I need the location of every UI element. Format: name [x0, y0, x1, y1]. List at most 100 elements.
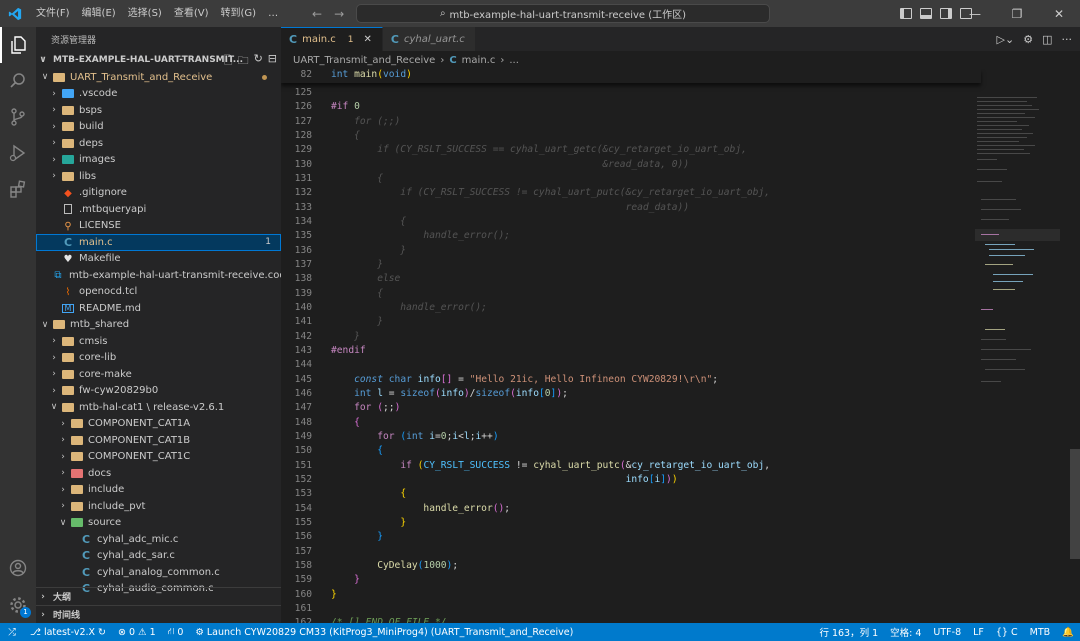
tree-folder[interactable]: › images: [36, 152, 281, 169]
tree-folder[interactable]: › include: [36, 482, 281, 499]
run-debug-icon[interactable]: ▷⌄: [997, 33, 1015, 46]
tree-folder[interactable]: ∨ mtb-hal-cat1 \ release-v2.6.1: [36, 399, 281, 416]
tree-file[interactable]: Ccyhal_analog_common.c: [36, 564, 281, 581]
tree-folder[interactable]: › core-make: [36, 366, 281, 383]
forward-arrow-icon[interactable]: →: [334, 7, 344, 21]
menu-selection[interactable]: 选择(S): [122, 0, 168, 27]
extensions-icon[interactable]: [0, 171, 36, 207]
notifications-bell-icon[interactable]: 🔔: [1056, 627, 1080, 638]
tree-file[interactable]: Ccyhal_adc_sar.c: [36, 548, 281, 565]
cursor-position[interactable]: 行 163，列 1: [813, 625, 884, 639]
editor-scrollbar[interactable]: [1070, 69, 1080, 623]
line-number: 134: [294, 215, 312, 227]
branch-status[interactable]: ⎇ latest-v2.X ↻: [24, 627, 112, 638]
tree-file[interactable]: ♥ Makefile: [36, 251, 281, 268]
split-editor-icon[interactable]: ◫: [1042, 33, 1052, 46]
chevron-right-icon: ›: [61, 435, 65, 446]
chevron-down-icon: ∨: [41, 319, 49, 330]
breadcrumb-more[interactable]: ...: [509, 55, 519, 66]
toggle-primary-sidebar-icon[interactable]: [900, 8, 912, 19]
settings-gear-icon[interactable]: 1: [0, 587, 36, 623]
menu-view[interactable]: 查看(V): [168, 0, 215, 27]
tree-folder[interactable]: › fw-cyw20829b0: [36, 383, 281, 400]
tree-file[interactable]: Ccyhal_adc_mic.c: [36, 531, 281, 548]
more-actions-icon[interactable]: ···: [1062, 33, 1073, 46]
problem-count-badge: 1: [347, 34, 354, 45]
indentation[interactable]: 空格: 4: [884, 625, 927, 639]
modified-dot-icon: [262, 74, 267, 80]
code-line: 126 #if 0: [281, 99, 981, 113]
timeline-section[interactable]: › 时间线: [36, 605, 281, 623]
code-text: {: [331, 129, 360, 141]
menu-file[interactable]: 文件(F): [30, 0, 76, 27]
explorer-icon[interactable]: [0, 27, 36, 63]
breadcrumb-file[interactable]: main.c: [462, 55, 496, 66]
minimize-button[interactable]: —: [954, 0, 996, 27]
tree-file[interactable]: .mtbqueryapi: [36, 201, 281, 218]
source-control-icon[interactable]: [0, 99, 36, 135]
close-button[interactable]: ✕: [1038, 0, 1080, 27]
close-tab-icon[interactable]: ✕: [363, 34, 371, 45]
command-center[interactable]: ⌕ mtb-example-hal-uart-transmit-receive …: [356, 4, 770, 23]
line-number: 128: [294, 129, 312, 141]
activity-bar: 1: [0, 27, 36, 623]
run-debug-icon[interactable]: [0, 135, 36, 171]
tab-main-c[interactable]: C main.c 1 ✕: [281, 27, 383, 51]
settings-gear-icon[interactable]: ⚙: [1023, 33, 1033, 46]
tree-folder[interactable]: › core-lib: [36, 350, 281, 367]
tree-file[interactable]: Cmain.c 1: [36, 234, 281, 251]
code-line: 154 handle_error();: [281, 501, 981, 515]
remote-icon[interactable]: ⤮: [0, 623, 24, 641]
tree-folder[interactable]: › COMPONENT_CAT1B: [36, 432, 281, 449]
tree-folder[interactable]: ∨ source: [36, 515, 281, 532]
config-status[interactable]: MTB: [1024, 627, 1057, 638]
scrollbar-thumb[interactable]: [1070, 449, 1080, 559]
tree-file[interactable]: ⚲ LICENSE: [36, 218, 281, 235]
tree-folder[interactable]: › deps: [36, 135, 281, 152]
tree-file[interactable]: M README.md: [36, 300, 281, 317]
tree-folder[interactable]: › bsps: [36, 102, 281, 119]
tree-item-label: openocd.tcl: [79, 286, 138, 298]
toggle-secondary-sidebar-icon[interactable]: [940, 8, 952, 19]
tree-folder[interactable]: › .vscode: [36, 86, 281, 103]
minimap[interactable]: [975, 69, 1070, 623]
breadcrumb-folder[interactable]: UART_Transmit_and_Receive: [293, 55, 435, 66]
language-mode[interactable]: {} C: [990, 627, 1024, 638]
chevron-right-icon: ›: [61, 418, 65, 429]
tree-folder[interactable]: › libs: [36, 168, 281, 185]
ports-status[interactable]: ⛙ 0: [162, 626, 190, 638]
c-file-icon: C: [449, 54, 457, 66]
code-editor[interactable]: 82 int main(void) 125 126 #if 0 127 for (…: [281, 69, 1071, 623]
tree-item-label: build: [79, 121, 104, 133]
problems-status[interactable]: ⊗ 0 ⚠ 1: [112, 627, 162, 638]
launch-status[interactable]: ⚙ Launch CYW20829 CM33 (KitProg3_MiniPro…: [189, 627, 579, 638]
tree-folder[interactable]: ∨ mtb_shared: [36, 317, 281, 334]
code-line: 149 for (int i=0;i<l;i++): [281, 429, 981, 443]
tree-folder[interactable]: ∨ UART_Transmit_and_Receive: [36, 69, 281, 86]
menu-edit[interactable]: 编辑(E): [76, 0, 122, 27]
tree-file[interactable]: ⧉ mtb-example-hal-uart-transmit-receive.c…: [36, 267, 281, 284]
tree-folder[interactable]: › build: [36, 119, 281, 136]
c-file-icon: C: [81, 565, 91, 579]
end-of-line[interactable]: LF: [967, 627, 990, 638]
tree-folder[interactable]: › cmsis: [36, 333, 281, 350]
tree-folder[interactable]: › COMPONENT_CAT1A: [36, 416, 281, 433]
tree-file[interactable]: ⌇ openocd.tcl: [36, 284, 281, 301]
tree-folder[interactable]: › COMPONENT_CAT1C: [36, 449, 281, 466]
sticky-scroll-line[interactable]: 82 int main(void): [281, 69, 981, 83]
outline-section[interactable]: › 大纲: [36, 587, 281, 605]
tree-folder[interactable]: › include_pvt: [36, 498, 281, 515]
account-icon[interactable]: [0, 550, 36, 586]
code-line: 134 {: [281, 214, 981, 228]
tab-cyhal-uart-c[interactable]: C cyhal_uart.c: [382, 27, 476, 51]
search-icon[interactable]: [0, 63, 36, 99]
code-line: 139 {: [281, 286, 981, 300]
menu-more[interactable]: …: [262, 0, 284, 27]
encoding[interactable]: UTF-8: [927, 627, 967, 638]
tree-folder[interactable]: › docs: [36, 465, 281, 482]
back-arrow-icon[interactable]: ←: [312, 7, 322, 21]
tree-file[interactable]: ◆ .gitignore: [36, 185, 281, 202]
toggle-panel-icon[interactable]: [920, 8, 932, 19]
menu-go[interactable]: 转到(G): [215, 0, 263, 27]
restore-button[interactable]: ❐: [996, 0, 1038, 27]
